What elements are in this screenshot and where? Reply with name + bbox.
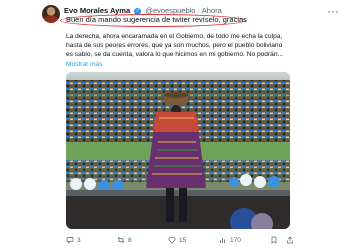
reply-count: 3 [77,236,81,244]
action-bar: 3 8 15 170 [66,236,296,246]
more-horizontal-icon[interactable]: ··· [326,5,340,20]
repost-icon [117,237,125,243]
tweet-text-line: hasta de sus peores errores, que ya son … [66,41,283,49]
timestamp[interactable]: Ahora [202,6,222,15]
like-count: 15 [179,236,187,244]
share-icon [287,236,293,244]
tweet-card: Evo Morales Ayma ✓ @evoespueblo · Ahora … [0,0,350,250]
tweet-text-line: La derecha, ahora encaramada en el Gobie… [66,33,283,40]
tweet-photo[interactable] [66,72,290,229]
tweet-text: La derecha, ahora encaramada en el Gobie… [66,33,296,59]
reply-button[interactable]: 3 [66,236,81,244]
like-button[interactable]: 15 [168,236,186,244]
tweet-text-line: es sabio, se da cuenta, valora lo que hi… [66,50,283,58]
bookmark-button[interactable] [270,236,278,244]
avatar[interactable] [42,5,60,23]
repost-count: 8 [128,236,132,244]
crowd-photo-image [66,72,290,229]
views-icon [220,238,225,243]
repost-button[interactable]: 8 [117,236,132,244]
share-button[interactable] [286,236,294,244]
views-button[interactable]: 170 [219,236,241,244]
bookmark-icon [271,236,277,244]
show-more-link[interactable]: Mostrar más [66,61,103,68]
separator: · [197,6,201,15]
tweet-subtitle: Buen día mando sugerencia de twiter reví… [66,15,247,24]
like-icon [168,237,176,244]
reply-icon [66,237,74,244]
views-count: 170 [230,236,241,244]
